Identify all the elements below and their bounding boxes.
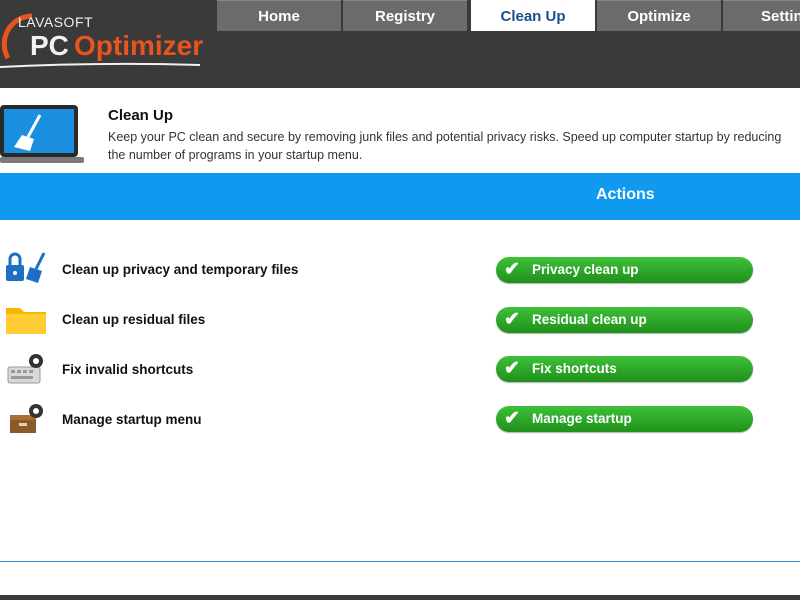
actions-title: Actions — [596, 186, 655, 203]
check-icon: ✔ — [504, 358, 520, 379]
laptop-broom-icon — [0, 105, 84, 163]
check-icon: ✔ — [504, 408, 520, 429]
privacy-clean-up-button[interactable]: ✔ Privacy clean up — [496, 257, 753, 283]
page-title: Clean Up — [108, 107, 174, 124]
logo-brand: LAVASOFT — [18, 14, 94, 30]
row-label-shortcuts: Fix invalid shortcuts — [62, 362, 194, 377]
lock-broom-icon — [6, 252, 46, 283]
app-logo: LAVASOFT PC Optimizer — [0, 0, 215, 88]
tab-optimize[interactable]: Optimize — [597, 0, 721, 31]
description-line-2: the number of programs in your startup m… — [108, 148, 363, 162]
manage-startup-button[interactable]: ✔ Manage startup — [496, 406, 753, 432]
row-label-residual: Clean up residual files — [62, 312, 206, 327]
check-icon: ✔ — [504, 259, 520, 280]
logo-optimizer: Optimizer — [74, 30, 204, 61]
footer-divider — [0, 561, 800, 562]
check-icon: ✔ — [504, 309, 520, 330]
residual-clean-up-button[interactable]: ✔ Residual clean up — [496, 307, 753, 333]
logo-pc: PC — [30, 30, 69, 61]
tab-clean-up[interactable]: Clean Up — [471, 0, 595, 31]
row-label-startup: Manage startup menu — [62, 412, 202, 427]
page-description: Keep your PC clean and secure by removin… — [108, 128, 800, 164]
folder-icon — [6, 308, 46, 334]
actions-header-bar — [0, 173, 800, 220]
keyboard-gear-icon — [7, 354, 43, 384]
description-line-1: Keep your PC clean and secure by removin… — [108, 130, 782, 144]
row-label-privacy: Clean up privacy and temporary files — [62, 262, 299, 277]
fix-shortcuts-button[interactable]: ✔ Fix shortcuts — [496, 356, 753, 382]
status-bar — [0, 595, 800, 600]
box-gear-icon — [10, 404, 43, 433]
tab-settings[interactable]: Settings — [723, 0, 800, 31]
tab-registry[interactable]: Registry — [343, 0, 467, 31]
tab-home[interactable]: Home — [217, 0, 341, 31]
logo-swoosh — [0, 62, 200, 68]
